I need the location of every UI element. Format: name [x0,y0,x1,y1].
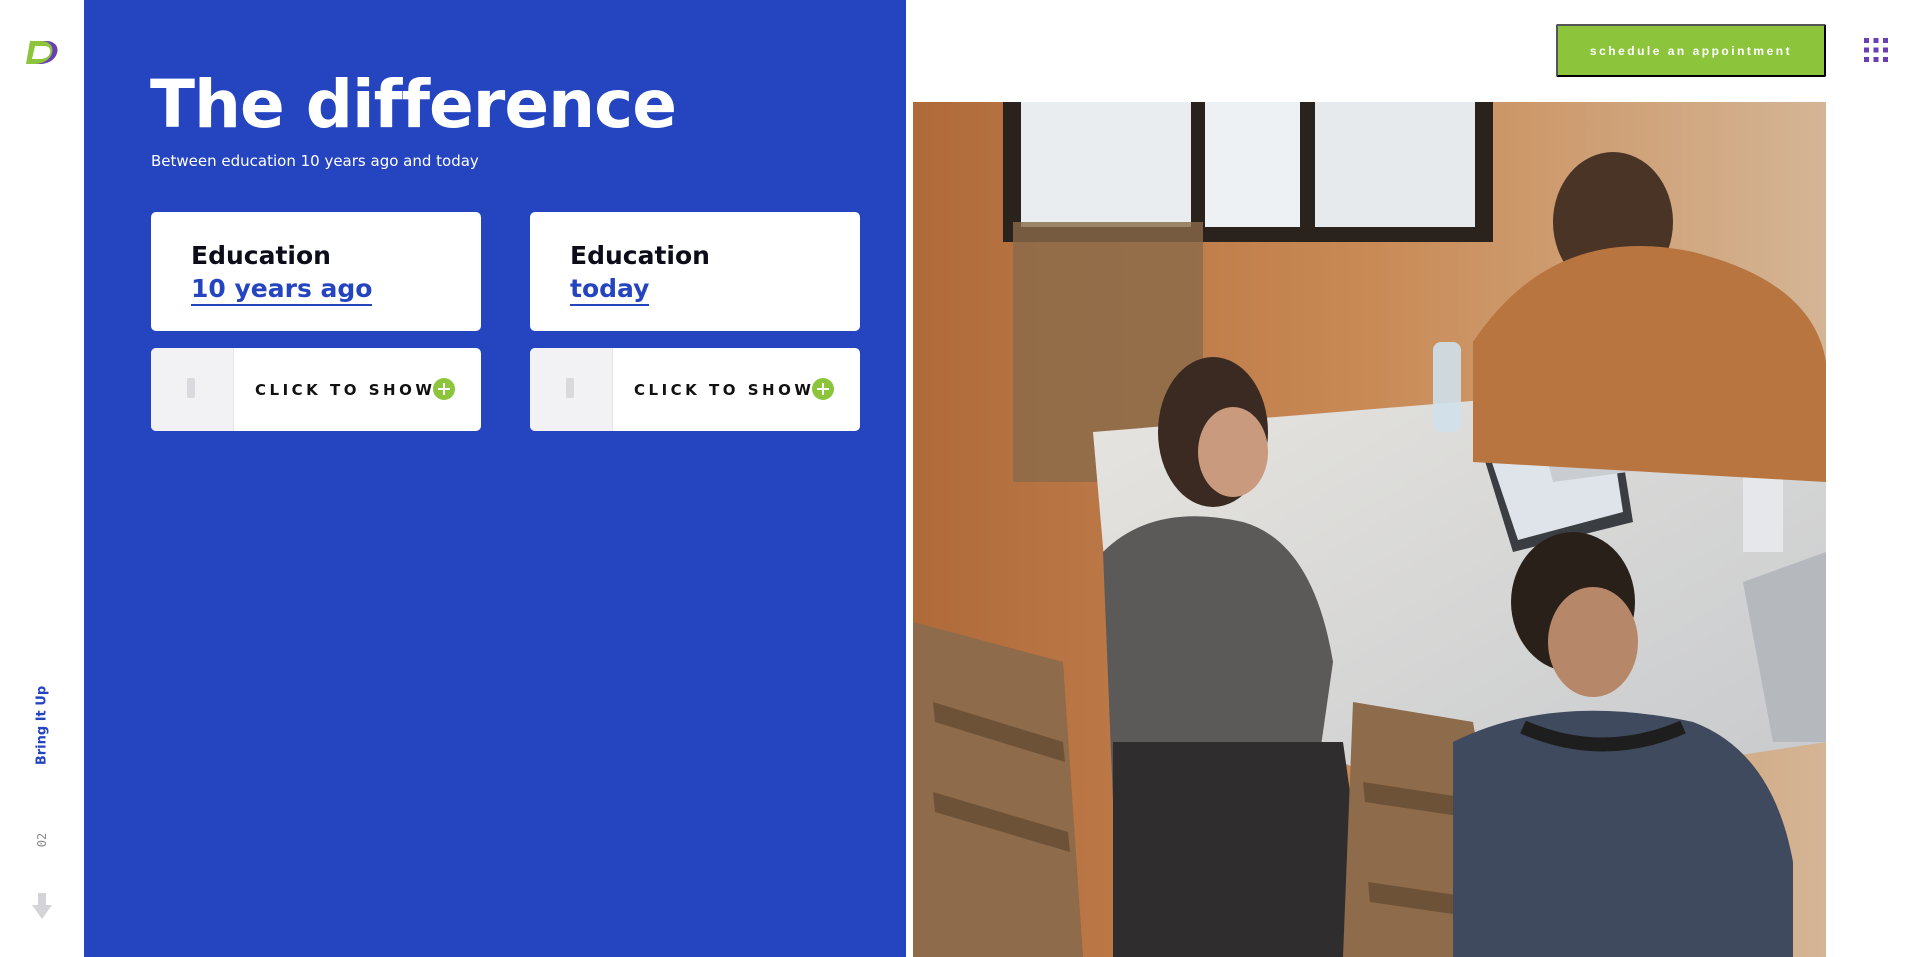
page-title: The difference [150,66,677,143]
reveal-thumbnail [530,348,613,431]
site-name-label: Bring It Up [34,685,50,766]
logo-icon[interactable] [24,38,60,66]
plus-circle-icon[interactable] [812,378,834,400]
card-heading: Education [191,241,331,270]
schedule-appointment-button[interactable]: schedule an appointment [1556,24,1826,77]
click-to-show-button-past[interactable]: CLICK TO SHOW [151,348,481,431]
reveal-thumbnail [151,348,234,431]
content-panel [84,0,906,957]
arrow-down-icon[interactable] [32,893,52,919]
comparison-card-past: Education 10 years ago [151,212,481,331]
thumbnail-placeholder-icon [566,378,574,398]
card-link-today[interactable]: today [570,274,650,306]
divider [906,0,913,957]
page-subtitle: Between education 10 years ago and today [151,152,479,170]
click-to-show-button-today[interactable]: CLICK TO SHOW [530,348,860,431]
reveal-label: CLICK TO SHOW [255,381,436,399]
office-photo-illustration [913,102,1826,957]
comparison-card-today: Education today [530,212,860,331]
hero-photo [913,102,1826,957]
card-link-10-years-ago[interactable]: 10 years ago [191,274,373,306]
left-rail: Bring It Up 02 [0,0,84,957]
reveal-label: CLICK TO SHOW [634,381,815,399]
slide-number: 02 [35,832,49,848]
grid-menu-icon[interactable] [1864,38,1888,62]
plus-circle-icon[interactable] [433,378,455,400]
thumbnail-placeholder-icon [187,378,195,398]
card-heading: Education [570,241,710,270]
